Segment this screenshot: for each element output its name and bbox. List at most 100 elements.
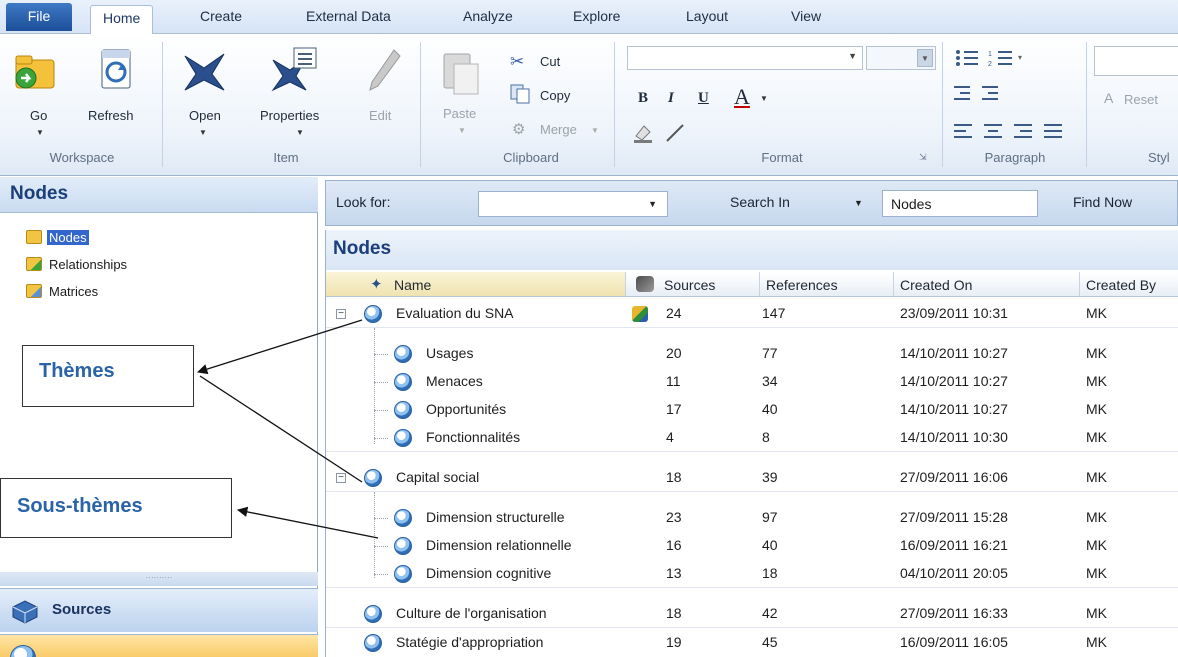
paste-icon[interactable] xyxy=(440,48,482,98)
folder-open-icon xyxy=(26,230,42,244)
refresh-button[interactable]: Refresh xyxy=(88,108,134,123)
table-row-capital-social[interactable]: − Capital social 18 39 27/09/2011 16:06 … xyxy=(326,464,1178,492)
dialog-launcher-icon[interactable]: ⇲ xyxy=(919,152,927,163)
scissors-icon[interactable]: ✂ xyxy=(510,52,524,72)
table-row-evaluation-du-sna[interactable]: − Evaluation du SNA 24 147 23/09/2011 10… xyxy=(326,300,1178,328)
relationships-folder-icon xyxy=(26,257,42,271)
created-by: MK xyxy=(1086,305,1107,321)
bold-button[interactable]: B xyxy=(638,90,648,107)
created-by: MK xyxy=(1086,401,1107,417)
folder-go-icon[interactable] xyxy=(12,48,58,94)
column-header-created-by[interactable]: Created By xyxy=(1080,272,1178,297)
table-row-fonctionnalites[interactable]: Fonctionnalités 4 8 14/10/2011 10:30 MK xyxy=(326,424,1178,452)
tab-create[interactable]: Create xyxy=(200,8,242,24)
column-header-sources[interactable]: Sources xyxy=(626,272,760,297)
list-icons[interactable]: 1 2 ▾ xyxy=(950,46,1036,76)
properties-button[interactable]: Properties xyxy=(260,108,319,123)
tab-explore[interactable]: Explore xyxy=(573,8,620,24)
chevron-down-icon[interactable]: ▼ xyxy=(648,199,657,209)
cut-button[interactable]: Cut xyxy=(540,54,560,69)
tree-branch-line xyxy=(374,546,388,547)
open-button[interactable]: Open xyxy=(189,108,221,123)
sources-button[interactable]: Sources xyxy=(0,588,318,632)
underline-button[interactable]: U xyxy=(698,90,709,107)
chevron-down-icon[interactable]: ▼ xyxy=(917,49,933,67)
find-now-button[interactable]: Find Now xyxy=(1073,194,1132,210)
table-row-dimension-relationnelle[interactable]: Dimension relationnelle 16 40 16/09/2011… xyxy=(326,532,1178,560)
pencil-icon[interactable] xyxy=(364,46,404,94)
sources-count: 4 xyxy=(666,429,674,445)
table-row-dimension-cognitive[interactable]: Dimension cognitive 13 18 04/10/2011 20:… xyxy=(326,560,1178,588)
merge-button[interactable]: Merge xyxy=(540,122,577,137)
reset-button[interactable]: Reset xyxy=(1124,92,1158,107)
line-icon[interactable] xyxy=(664,122,686,144)
align-icons[interactable] xyxy=(950,120,1080,146)
copy-icon[interactable] xyxy=(510,84,532,104)
themes-callout: Thèmes xyxy=(22,345,194,407)
created-by: MK xyxy=(1086,373,1107,389)
reset-style-icon[interactable]: A xyxy=(1104,90,1113,106)
highlight-icon[interactable] xyxy=(632,122,654,144)
go-dropdown-icon[interactable]: ▼ xyxy=(36,128,44,137)
column-header-label: References xyxy=(766,277,838,293)
column-header-references[interactable]: References xyxy=(760,272,894,297)
open-node-icon[interactable] xyxy=(180,48,230,94)
sources-count: 18 xyxy=(666,469,682,485)
search-scope-input[interactable]: Nodes xyxy=(882,190,1038,217)
column-header-created-on[interactable]: Created On xyxy=(894,272,1080,297)
font-name-combo[interactable]: ▼ xyxy=(627,46,863,70)
table-row-strategie-d-appropriation[interactable]: Statégie d'appropriation 19 45 16/09/201… xyxy=(326,629,1178,657)
collapse-toggle[interactable]: − xyxy=(336,473,346,483)
open-dropdown-icon[interactable]: ▼ xyxy=(199,128,207,137)
edit-button[interactable]: Edit xyxy=(369,108,391,123)
search-in-button[interactable]: Search In xyxy=(730,194,790,210)
tab-view[interactable]: View xyxy=(791,8,821,24)
sources-icon xyxy=(12,600,38,624)
created-by: MK xyxy=(1086,345,1107,361)
font-color-button[interactable]: A xyxy=(734,84,750,110)
table-row-usages[interactable]: Usages 20 77 14/10/2011 10:27 MK xyxy=(326,340,1178,368)
tab-home[interactable]: Home xyxy=(90,5,154,35)
properties-icon[interactable] xyxy=(270,46,320,94)
go-button[interactable]: Go xyxy=(30,108,47,123)
chevron-down-icon[interactable]: ▼ xyxy=(848,51,857,61)
paste-dropdown-icon[interactable]: ▼ xyxy=(458,126,466,135)
merge-icon[interactable]: ⚙ xyxy=(512,120,525,138)
node-icon xyxy=(364,469,382,487)
table-row-culture-de-l-organisation[interactable]: Culture de l'organisation 18 42 27/09/20… xyxy=(326,600,1178,628)
sources-count: 18 xyxy=(666,605,682,621)
collapse-toggle[interactable]: − xyxy=(336,309,346,319)
tab-external-data[interactable]: External Data xyxy=(306,8,391,24)
tree-item-matrices[interactable]: Matrices xyxy=(26,283,100,301)
tree-item-nodes[interactable]: Nodes xyxy=(26,229,89,247)
look-for-input[interactable]: ▼ xyxy=(478,191,668,217)
indent-icons[interactable] xyxy=(950,82,1020,108)
table-row-dimension-structurelle[interactable]: Dimension structurelle 23 97 27/09/2011 … xyxy=(326,504,1178,532)
search-in-dropdown-icon[interactable]: ▼ xyxy=(854,198,863,208)
tab-file[interactable]: File xyxy=(6,3,72,31)
table-row-opportunites[interactable]: Opportunités 17 40 14/10/2011 10:27 MK xyxy=(326,396,1178,424)
node-icon xyxy=(394,537,412,555)
italic-button[interactable]: I xyxy=(668,90,674,107)
merge-dropdown-icon[interactable]: ▼ xyxy=(591,126,599,135)
column-header-name[interactable]: ✦ Name xyxy=(326,272,626,297)
font-color-dropdown-icon[interactable]: ▼ xyxy=(760,94,768,103)
table-row-menaces[interactable]: Menaces 11 34 14/10/2011 10:27 MK xyxy=(326,368,1178,396)
node-name: Culture de l'organisation xyxy=(396,605,547,621)
sources-column-icon xyxy=(636,276,654,292)
clipboard-group-label: Clipboard xyxy=(503,150,559,165)
font-size-combo[interactable]: ▼ xyxy=(866,46,936,70)
item-group-label: Item xyxy=(273,150,299,165)
created-on: 16/09/2011 16:21 xyxy=(900,537,1008,553)
pane-splitter[interactable]: ·········· xyxy=(0,572,318,586)
navigation-pane: Nodes Nodes Relationships Matrices ·····… xyxy=(0,177,318,657)
tab-analyze[interactable]: Analyze xyxy=(463,8,513,24)
refresh-icon[interactable] xyxy=(98,48,134,94)
paste-button[interactable]: Paste xyxy=(443,106,476,121)
copy-button[interactable]: Copy xyxy=(540,88,570,103)
properties-dropdown-icon[interactable]: ▼ xyxy=(296,128,304,137)
styles-combo[interactable] xyxy=(1094,46,1178,76)
nodes-nav-button[interactable] xyxy=(0,634,318,657)
tree-item-relationships[interactable]: Relationships xyxy=(26,256,129,274)
tab-layout[interactable]: Layout xyxy=(686,8,728,24)
